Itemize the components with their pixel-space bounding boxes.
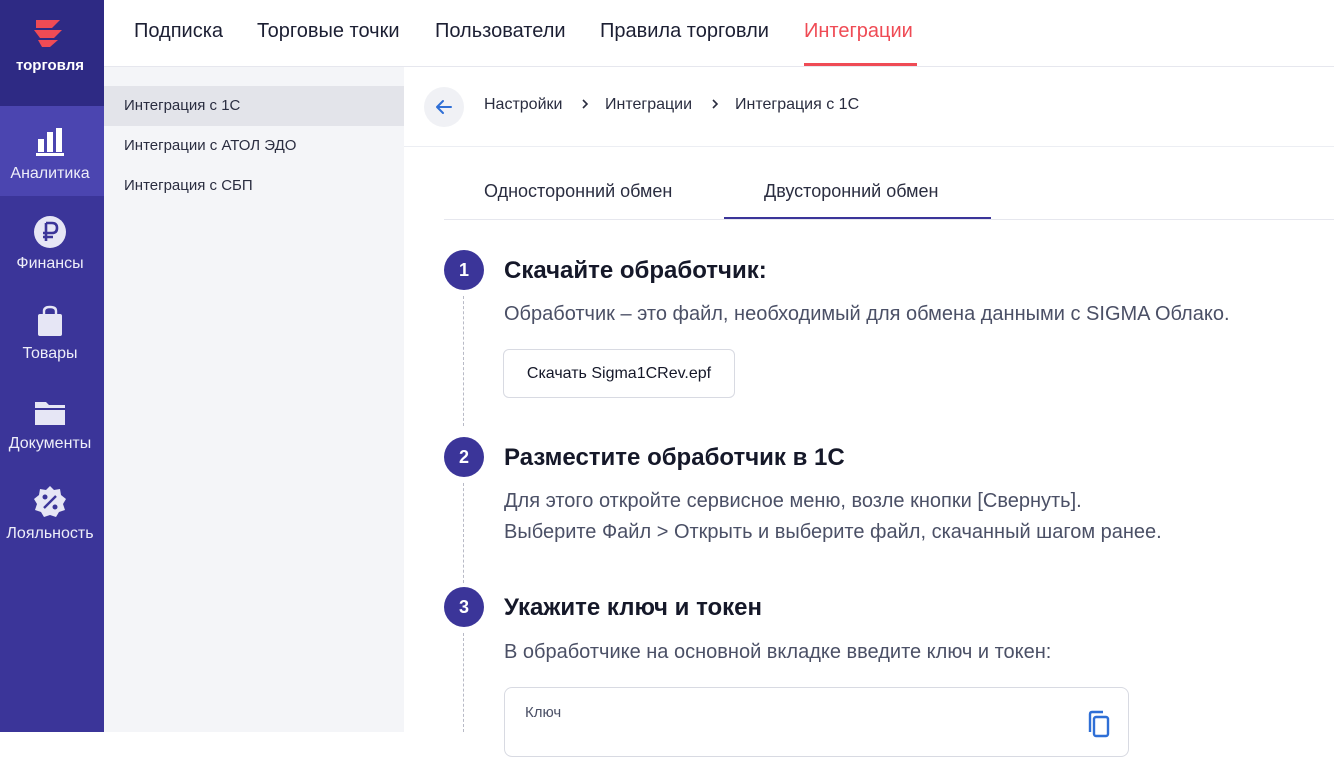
main-navigation-rail: торговля Аналитика Финансы Товары Докуме… [0,0,104,732]
brand-logo[interactable]: торговля [0,0,104,106]
shopping-bag-icon [38,305,62,336]
rail-item-documents[interactable]: Документы [0,376,104,466]
step-title: Разместите обработчик в 1С [504,444,845,471]
logo-icon [34,20,62,47]
tab-subscription[interactable]: Подписка [134,20,223,43]
breadcrumb: Настройки Интеграции Интеграция с 1С [404,67,1334,147]
ruble-icon [34,216,66,248]
key-field[interactable]: Ключ [504,687,1129,757]
rail-item-analytics[interactable]: Аналитика [0,106,104,196]
step-connector [463,296,464,426]
download-handler-button[interactable]: Скачать Sigma1CRev.epf [503,349,735,398]
step-connector [463,633,464,732]
settings-top-nav: Подписка Торговые точки Пользователи Пра… [104,0,1334,67]
tab-outlets[interactable]: Торговые точки [257,20,400,43]
sidebar-item-sbp[interactable]: Интеграция с СБП [104,166,404,206]
active-tab-indicator [804,63,917,66]
analytics-icon [36,128,64,156]
rail-item-label: Лояльность [6,525,94,542]
step-number: 1 [444,250,484,290]
key-field-label: Ключ [525,704,562,721]
rail-item-goods[interactable]: Товары [0,286,104,376]
tab-two-way-exchange[interactable]: Двусторонний обмен [764,181,938,202]
tab-users[interactable]: Пользователи [435,20,566,43]
step-description: Для этого откройте сервисное меню, возле… [504,490,1082,512]
sidebar-item-atol-edo[interactable]: Интеграции с АТОЛ ЭДО [104,126,404,166]
rail-item-label: Товары [22,345,78,362]
breadcrumb-integrations[interactable]: Интеграции [605,96,692,114]
percent-badge-icon [34,486,66,517]
step-description: Обработчик – это файл, необходимый для о… [504,303,1230,325]
sidebar-item-1c[interactable]: Интеграция с 1С [104,86,404,126]
step-number: 3 [444,587,484,627]
breadcrumb-current: Интеграция с 1С [735,96,860,113]
exchange-tabs: Односторонний обмен Двусторонний обмен [444,147,1334,220]
rail-item-finance[interactable]: Финансы [0,196,104,286]
step-title: Скачайте обработчик: [504,257,767,284]
tab-integrations[interactable]: Интеграции [804,20,913,43]
copy-icon[interactable] [1085,710,1113,740]
arrow-left-icon [436,100,452,114]
chevron-right-icon [712,99,719,109]
back-button[interactable] [424,87,464,127]
brand-name: торговля [16,57,84,74]
main-content: Настройки Интеграции Интеграция с 1С Одн… [404,67,1334,757]
rail-item-loyalty[interactable]: Лояльность [0,466,104,556]
breadcrumb-settings[interactable]: Настройки [484,96,562,114]
folder-icon [35,402,65,425]
integrations-sidebar: Интеграция с 1С Интеграции с АТОЛ ЭДО Ин… [104,67,404,732]
chevron-right-icon [582,99,589,109]
step-connector [463,483,464,583]
rail-item-label: Аналитика [10,165,90,182]
step-number: 2 [444,437,484,477]
tab-one-way-exchange[interactable]: Односторонний обмен [484,181,672,202]
rail-item-label: Документы [8,435,92,452]
active-tab-indicator [724,217,991,219]
rail-item-label: Финансы [16,255,84,272]
step-description: Выберите Файл > Открыть и выберите файл,… [504,521,1162,543]
tab-trade-rules[interactable]: Правила торговли [600,20,769,43]
step-description: В обработчике на основной вкладке введит… [504,641,1052,663]
step-title: Укажите ключ и токен [504,594,763,621]
